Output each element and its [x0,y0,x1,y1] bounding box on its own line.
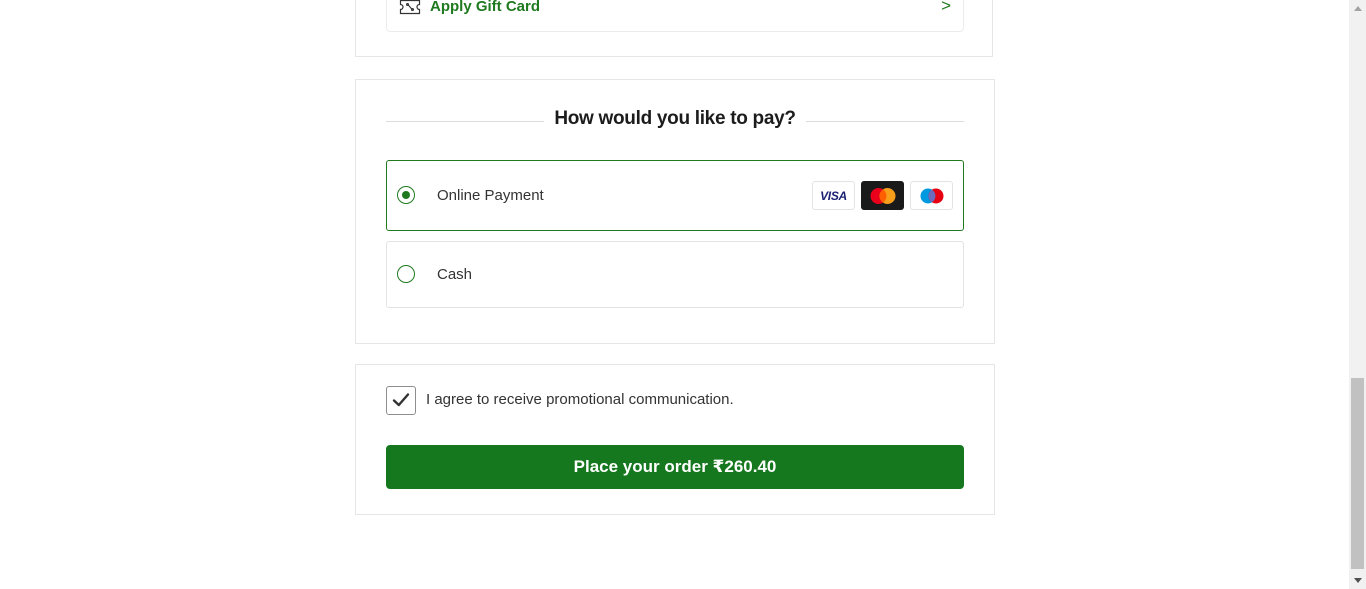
gift-card-panel: Apply Gift Card > [355,0,993,57]
mastercard-icon [861,181,904,210]
cash-radio[interactable] [397,265,415,283]
promo-consent-text: I agree to receive promotional communica… [426,391,734,408]
vertical-scrollbar[interactable] [1349,0,1366,589]
online-payment-label: Online Payment [437,187,544,204]
payment-option-online[interactable]: Online Payment VISA [386,160,964,231]
visa-icon: VISA [812,181,855,210]
payment-heading: How would you like to pay? [386,108,964,130]
payment-heading-wrap: How would you like to pay? [386,108,964,132]
order-panel: I agree to receive promotional communica… [355,364,995,515]
apply-gift-card-label: Apply Gift Card [430,0,541,15]
chevron-right-icon: > [941,0,951,15]
scroll-up-arrow-icon[interactable] [1349,0,1366,17]
gift-card-icon [399,0,421,15]
apply-gift-card-row[interactable]: Apply Gift Card > [386,0,964,32]
card-logos: VISA [812,181,953,210]
payment-option-cash[interactable]: Cash [386,241,964,308]
online-payment-radio[interactable] [397,186,415,204]
payment-method-panel: How would you like to pay? Online Paymen… [355,79,995,344]
radio-selected-dot [401,190,410,199]
promo-consent-checkbox[interactable] [386,386,416,415]
checkmark-icon [392,393,410,407]
scrollbar-thumb[interactable] [1351,378,1364,569]
payment-heading-text: How would you like to pay? [544,108,806,129]
visa-text: VISA [820,188,847,203]
place-order-button[interactable]: Place your order ₹260.40 [386,445,964,489]
checkout-page: Apply Gift Card > How would you like to … [0,0,1349,589]
cash-label: Cash [437,266,473,283]
scroll-down-arrow-icon[interactable] [1349,572,1366,589]
maestro-icon [910,181,953,210]
